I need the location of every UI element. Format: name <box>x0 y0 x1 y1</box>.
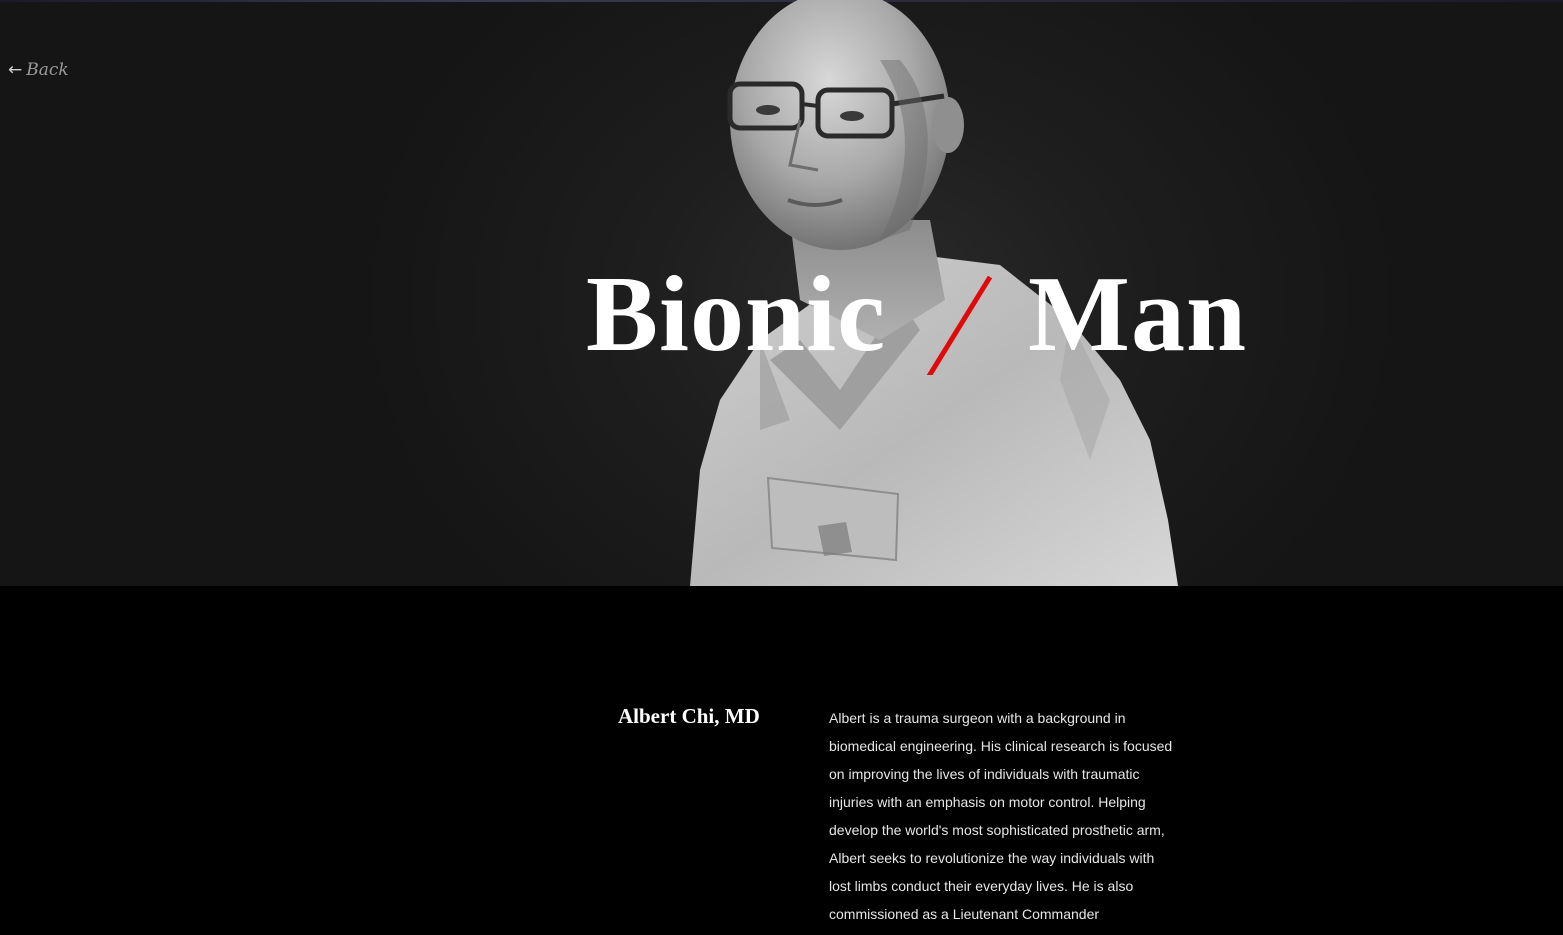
hero-section: ← Back Bionic Man <box>0 0 1563 586</box>
page: ← Back Bionic Man Albert Chi, MD Albert … <box>0 0 1563 935</box>
hero-title: Bionic Man <box>586 250 1247 380</box>
hero-title-word-1: Bionic <box>586 255 887 374</box>
hero-title-word-2: Man <box>1028 255 1248 374</box>
back-link[interactable]: ← Back <box>8 60 69 80</box>
back-link-label: Back <box>26 60 69 80</box>
bio-name: Albert Chi, MD <box>618 704 760 728</box>
back-arrow-icon: ← <box>8 60 23 80</box>
slash-divider-icon <box>886 255 1028 375</box>
bio-section: Albert Chi, MD Albert is a trauma surgeo… <box>0 586 1563 935</box>
bio-text: Albert is a trauma surgeon with a backgr… <box>829 710 1173 922</box>
